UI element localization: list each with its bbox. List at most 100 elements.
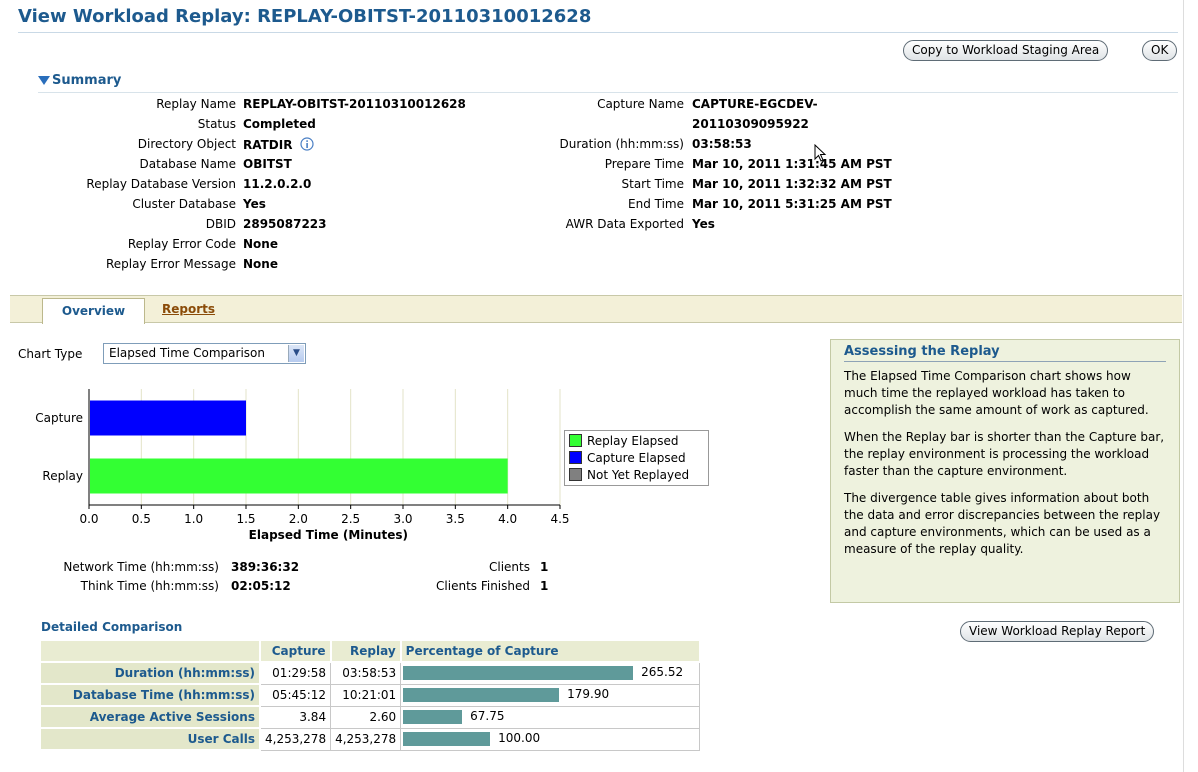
database-name-value: OBITST [243,157,292,171]
duration-value: 03:58:53 [692,137,752,151]
row-label: User Calls [39,727,261,751]
replay-cell: 03:58:53 [330,661,402,685]
percentage-bar [403,731,491,746]
clients-finished-value: 1 [540,579,549,593]
vertical-scrollbar[interactable] [1183,0,1198,772]
legend-item-not-replayed: Not Yet Replayed [569,467,704,484]
directory-object-value: RATDIR [243,137,314,152]
chevron-down-icon[interactable]: ▼ [288,345,304,362]
assessing-paragraph-2: When the Replay bar is shorter than the … [844,430,1165,478]
table-header-row: Capture Replay Percentage of Capture [39,639,701,663]
detailed-comparison-heading: Detailed Comparison [41,620,183,634]
cluster-database-value: Yes [243,197,266,211]
category-label-capture: Capture [35,411,83,425]
capture-cell: 4,253,278 [259,727,332,751]
tab-reports[interactable]: Reports [162,302,215,316]
x-tick-label: 1.5 [236,512,255,526]
legend-item-capture: Capture Elapsed [569,450,704,467]
x-tick-label: 2.0 [289,512,308,526]
detailed-comparison-table: Capture Replay Percentage of Capture Dur… [39,639,701,751]
chart-legend: Replay Elapsed Capture Elapsed Not Yet R… [564,430,709,486]
percentage-cell: 265.52 [400,661,701,685]
replay-cell: 10:21:01 [330,683,402,707]
capture-cell: 01:29:58 [259,661,332,685]
col-header-replay: Replay [329,639,402,663]
clients-value: 1 [540,560,549,574]
table-row: User Calls 4,253,278 4,253,278 100.00 [39,727,701,751]
mouse-cursor-icon [814,144,827,162]
replay-db-version-value: 11.2.0.2.0 [243,177,312,191]
start-time-value: Mar 10, 2011 1:32:32 AM PST [692,177,892,191]
dbid-label: DBID [205,217,236,231]
col-header-percentage: Percentage of Capture [399,639,701,663]
view-replay-report-button[interactable]: View Workload Replay Report [960,621,1155,642]
bar-capture [90,400,246,436]
status-label: Status [197,117,236,131]
think-time-value: 02:05:12 [231,579,291,593]
x-tick-label: 4.5 [550,512,569,526]
table-header-blank [39,639,261,663]
info-icon[interactable] [300,137,314,151]
table-row: Database Time (hh:mm:ss) 05:45:12 10:21:… [39,683,701,707]
status-value: Completed [243,117,316,131]
replay-name-value: REPLAY-OBITST-20110310012628 [243,97,466,111]
assessing-paragraph-1: The Elapsed Time Comparison chart shows … [844,369,1149,417]
summary-toggle[interactable]: Summary [38,73,121,88]
prepare-time-value: Mar 10, 2011 1:31:45 AM PST [692,157,892,171]
tab-overview[interactable]: Overview [42,298,145,324]
start-time-label: Start Time [621,177,685,191]
percentage-bar [403,687,560,702]
clients-label: Clients [489,560,530,574]
network-time-value: 389:36:32 [231,560,300,574]
replay-error-code-label: Replay Error Code [127,237,236,251]
percentage-cell: 179.90 [400,683,701,707]
page-title: View Workload Replay: REPLAY-OBITST-2011… [18,6,592,27]
replay-error-code-value: None [243,237,278,251]
awr-exported-label: AWR Data Exported [565,217,684,231]
replay-error-message-label: Replay Error Message [105,257,236,271]
summary-heading: Summary [52,73,122,88]
percentage-value: 265.52 [641,665,684,679]
x-tick-label: 3.0 [393,512,412,526]
capture-name-value-line2: 20110309095922 [692,117,809,131]
dbid-value: 2895087223 [243,217,327,231]
ok-button[interactable]: OK [1142,40,1178,61]
chart-type-select[interactable]: Elapsed Time Comparison ▼ [103,343,306,364]
assessing-replay-panel: Assessing the Replay The Elapsed Time Co… [830,339,1180,603]
capture-cell: 3.84 [259,705,332,729]
copy-to-staging-button[interactable]: Copy to Workload Staging Area [903,40,1109,61]
replay-cell: 4,253,278 [330,727,402,751]
x-tick-label: 1.0 [184,512,203,526]
row-label: Database Time (hh:mm:ss) [39,683,261,707]
percentage-cell: 100.00 [400,727,701,751]
percentage-value: 67.75 [470,708,505,723]
duration-label: Duration (hh:mm:ss) [559,137,684,151]
replay-error-message-value: None [243,257,278,271]
clients-finished-label: Clients Finished [436,579,530,593]
legend-swatch-replay [569,434,582,447]
legend-item-replay: Replay Elapsed [569,433,704,450]
cluster-database-label: Cluster Database [132,197,236,211]
capture-name-value-line1: CAPTURE-EGCDEV- [692,97,818,111]
row-label: Duration (hh:mm:ss) [39,661,261,685]
replay-cell: 2.60 [330,705,402,729]
end-time-label: End Time [628,197,684,211]
percentage-cell: 67.75 [400,705,701,729]
summary-divider [38,92,1178,93]
percentage-bar [403,666,634,680]
x-tick-label: 2.5 [341,512,360,526]
prepare-time-label: Prepare Time [604,157,684,171]
awr-exported-value: Yes [692,217,715,231]
replay-db-version-label: Replay Database Version [86,177,236,191]
capture-cell: 05:45:12 [259,683,332,707]
bar-replay [90,458,508,494]
x-axis-title: Elapsed Time (Minutes) [249,528,408,542]
x-tick-label: 4.0 [498,512,517,526]
elapsed-time-chart: 0.0 0.5 1.0 1.5 2.0 2.5 3.0 3.5 4.0 4.5 Capture Rep… [35,389,570,542]
directory-object-text: RATDIR [243,138,293,152]
x-tick-label: 3.5 [446,512,465,526]
chart-type-selected: Elapsed Time Comparison [109,346,265,360]
legend-swatch-not-replayed [569,468,582,481]
category-label-replay: Replay [42,469,83,483]
table-row: Average Active Sessions 3.84 2.60 67.75 [39,705,701,729]
